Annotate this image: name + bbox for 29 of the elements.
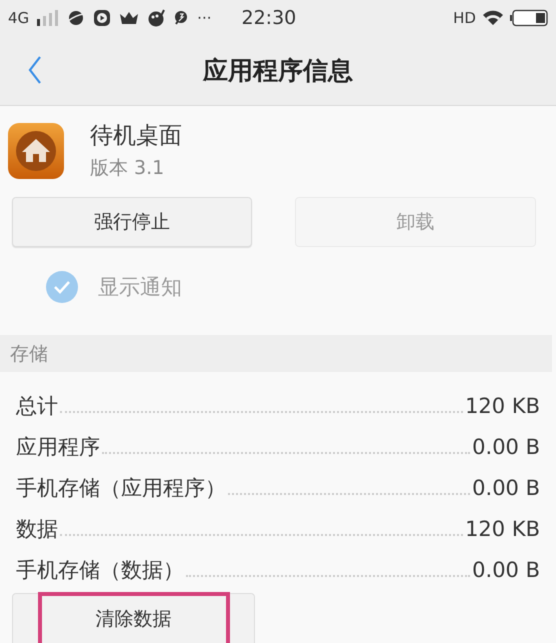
action-button[interactable]: 强行停止 (12, 197, 252, 247)
storage-value: 0.00 B (472, 434, 540, 460)
storage-value: 120 KB (465, 394, 540, 419)
screen-title: 应用程序信息 (203, 56, 353, 84)
storage-value: 0.00 B (472, 476, 540, 501)
signal-icon (37, 10, 60, 26)
hd-label: HD (453, 8, 476, 26)
planet-icon (67, 8, 86, 26)
storage-value: 0.00 B (472, 558, 540, 583)
storage-label: 手机存储（应用程序） (16, 476, 226, 501)
storage-label: 应用程序 (16, 434, 100, 460)
app-version: 版本 3.1 (90, 156, 166, 181)
battery-icon (510, 8, 548, 26)
crown-icon (119, 10, 140, 26)
app-name: 待机桌面 (90, 122, 182, 151)
section-header: 存储 (10, 342, 48, 366)
more-icon: ··· (197, 8, 212, 26)
chat-icon (173, 10, 190, 26)
back-icon (28, 55, 42, 85)
storage-value: 120 KB (465, 516, 540, 542)
network-label: 4G (8, 8, 30, 26)
storage-label: 总计 (16, 394, 58, 419)
app-icon (8, 122, 64, 178)
play-icon (93, 8, 112, 26)
clear-data-button[interactable]: 清除数据 (12, 593, 255, 643)
clock-time: 22:30 (241, 6, 296, 28)
storage-label: 数据 (16, 516, 58, 542)
storage-label: 手机存储（数据） (16, 558, 184, 583)
wifi-icon (482, 10, 504, 26)
